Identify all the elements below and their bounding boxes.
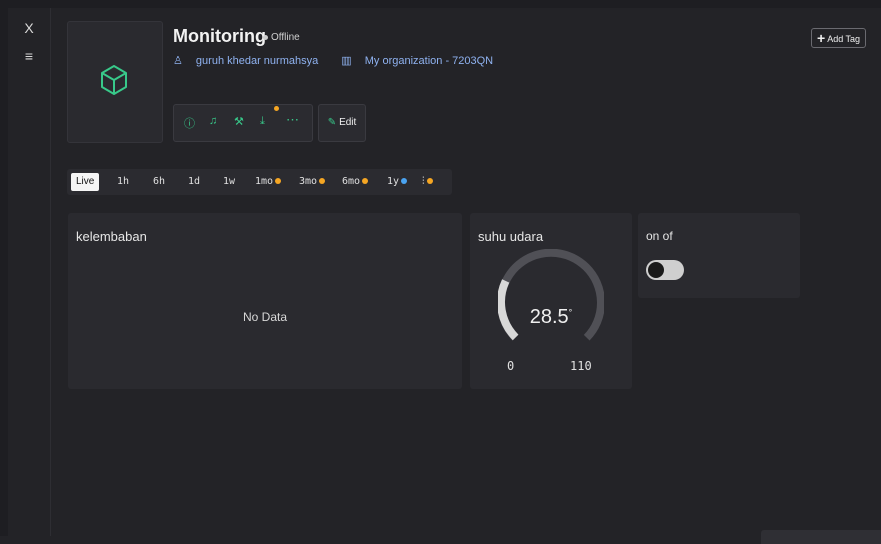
- widget-title: suhu udara: [478, 229, 544, 244]
- range-1h[interactable]: 1h: [117, 174, 129, 190]
- menu-icon[interactable]: ≡: [8, 48, 50, 64]
- device-title: Monitoring: [173, 26, 266, 46]
- plus-icon: +: [817, 30, 826, 46]
- widget-humidity: kelembaban No Data: [68, 213, 462, 389]
- range-1y[interactable]: 1y: [387, 174, 408, 190]
- gauge-min: 0: [507, 359, 515, 373]
- status-badge: Offline: [263, 32, 300, 43]
- gauge-value-number: 28.5: [529, 306, 569, 328]
- more-icon[interactable]: ⋯: [286, 112, 299, 128]
- range-1mo[interactable]: 1mo: [255, 174, 282, 190]
- range-3mo-label: 3mo: [299, 176, 318, 187]
- toggle-knob: [648, 262, 664, 278]
- widget-title: kelembaban: [76, 229, 147, 244]
- widget-temperature-gauge: suhu udara 28.5° 0 110: [470, 213, 632, 389]
- owner-name: guruh khedar nurmahsya: [195, 55, 319, 67]
- info-icon[interactable]: ⓘ: [184, 115, 195, 131]
- widget-switch: on of: [638, 213, 800, 298]
- gauge-max: 110: [570, 359, 592, 373]
- range-6h[interactable]: 6h: [153, 174, 165, 190]
- download-icon[interactable]: ⤓: [260, 115, 265, 128]
- add-tag-label: Add Tag: [827, 34, 861, 44]
- premium-badge-icon: [319, 178, 326, 184]
- edit-button[interactable]: ✎ Edit: [318, 104, 366, 142]
- premium-badge-icon: [401, 178, 408, 184]
- premium-badge-icon: [426, 178, 433, 184]
- cube-icon: [101, 65, 127, 95]
- premium-badge-icon: [362, 178, 369, 184]
- range-1w[interactable]: 1w: [223, 174, 235, 190]
- time-range-selector: Live 1h 6h 1d 1w 1mo 3mo 6mo 1y ⫶: [67, 169, 452, 195]
- on-off-toggle[interactable]: [646, 260, 684, 280]
- sliders-icon: ⫶: [422, 176, 425, 187]
- range-6mo-label: 6mo: [342, 176, 361, 187]
- no-data-text: No Data: [242, 310, 288, 324]
- add-tag-button[interactable]: + Add Tag: [811, 28, 867, 48]
- main-content: Monitoring Offline ♙ guruh khedar nurmah…: [51, 8, 881, 544]
- range-1y-label: 1y: [387, 176, 400, 187]
- device-image-card: [67, 21, 163, 143]
- gauge: [498, 249, 604, 341]
- edit-label: Edit: [339, 117, 357, 128]
- range-1d[interactable]: 1d: [188, 174, 200, 190]
- range-1mo-label: 1mo: [255, 176, 274, 187]
- building-icon: ▥: [341, 55, 355, 67]
- organization-link[interactable]: ▥ My organization - 7203QN: [341, 55, 503, 67]
- close-button[interactable]: X: [8, 20, 50, 36]
- status-dot-icon: [263, 34, 268, 40]
- footer-panel: [761, 530, 881, 544]
- bell-icon[interactable]: ♫: [209, 115, 217, 127]
- device-actions-bar: ⓘ ♫ ⚒ ⤓ ⋯: [173, 104, 313, 142]
- edit-icon: ✎: [327, 117, 337, 128]
- range-custom[interactable]: ⫶: [422, 174, 433, 190]
- range-6mo[interactable]: 6mo: [342, 174, 369, 190]
- device-meta: ♙ guruh khedar nurmahsya ▥ My organizati…: [173, 54, 513, 67]
- user-icon: ♙: [173, 55, 186, 67]
- status-text: Offline: [271, 32, 300, 43]
- wrench-icon[interactable]: ⚒: [234, 115, 244, 128]
- organization-name: My organization - 7203QN: [364, 55, 494, 67]
- notification-dot: [274, 106, 279, 111]
- left-rail: X ≡: [8, 8, 51, 536]
- range-live[interactable]: Live: [71, 173, 100, 191]
- gauge-value: 28.5°: [470, 306, 632, 329]
- owner-link[interactable]: ♙ guruh khedar nurmahsya: [173, 55, 328, 67]
- range-3mo[interactable]: 3mo: [299, 174, 326, 190]
- widget-title: on of: [646, 229, 673, 243]
- gauge-unit: °: [568, 307, 573, 318]
- premium-badge-icon: [275, 178, 282, 184]
